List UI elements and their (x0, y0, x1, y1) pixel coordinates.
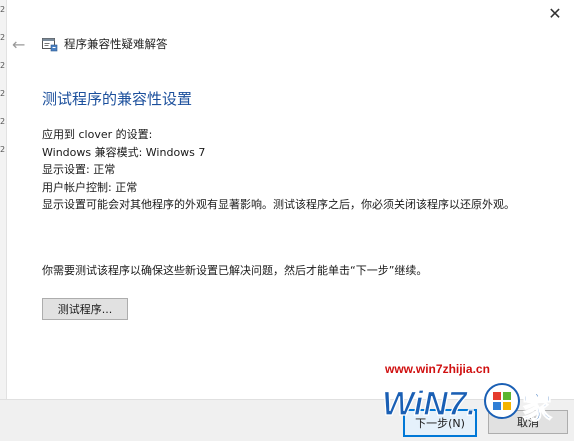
display-note-text: 显示设置可能会对其他程序的外观有显著影响。测试该程序之后，你必须关闭该程序以还原… (42, 198, 515, 211)
app-title: 程序兼容性疑难解答 (64, 37, 168, 51)
back-arrow-icon[interactable]: ← (12, 35, 28, 54)
windows-flag-icon (484, 383, 520, 419)
settings-summary: 应用到 clover 的设置: Windows 兼容模式: Windows 7 … (42, 126, 562, 214)
edge-glyph: 2 (0, 89, 6, 98)
compat-mode-text: Windows 兼容模式: Windows 7 (42, 145, 206, 159)
uac-text: 用户帐户控制: 正常 (42, 180, 138, 194)
applied-to-text: 应用到 clover 的设置: (42, 128, 153, 141)
page-title: 测试程序的兼容性设置 (42, 90, 193, 108)
compatibility-troubleshooter-icon (42, 37, 58, 52)
background-window-edge: 2 2 2 2 2 2 (0, 0, 7, 440)
close-button[interactable]: ✕ (544, 4, 566, 24)
edge-glyph: 2 (0, 61, 6, 70)
edge-glyph: 2 (0, 117, 6, 126)
display-settings-text: 显示设置: 正常 (42, 163, 116, 176)
watermark-logo-char: 家 (522, 391, 552, 426)
watermark-logo-text: WiN7. (382, 385, 476, 423)
edge-glyph: 2 (0, 145, 6, 154)
nav-row: ← 程序兼容性疑难解答 (12, 34, 168, 54)
edge-glyph: 2 (0, 33, 6, 42)
watermark-logo: WiN7. 家 (381, 383, 553, 427)
test-program-button[interactable]: 测试程序... (42, 298, 128, 320)
close-icon: ✕ (548, 4, 562, 23)
instruction-text: 你需要测试该程序以确保这些新设置已解决问题，然后才能单击“下一步”继续。 (42, 264, 428, 277)
edge-glyph: 2 (0, 5, 6, 14)
